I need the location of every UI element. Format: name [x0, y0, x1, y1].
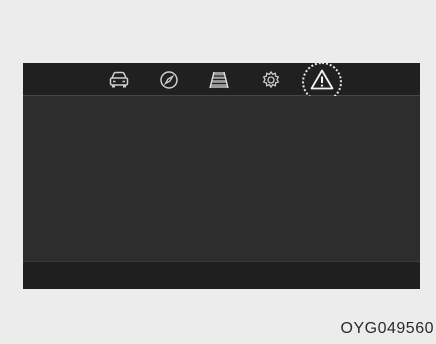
cluster-display: [23, 62, 420, 289]
compass-icon: [160, 71, 178, 89]
tab-driving-assist[interactable]: [206, 67, 232, 93]
figure-code: OYG049560: [340, 320, 434, 337]
tab-vehicle[interactable]: [106, 67, 132, 93]
tab-warnings[interactable]: [309, 67, 335, 93]
bottom-status-bar: [23, 261, 420, 289]
car-icon: [109, 71, 129, 88]
warning-triangle-icon: [310, 69, 334, 90]
lane-road-icon: [209, 71, 229, 89]
tab-settings[interactable]: [258, 67, 284, 93]
page: OYG049560: [0, 0, 436, 344]
gear-icon: [262, 70, 280, 89]
tab-navigation[interactable]: [156, 67, 182, 93]
tab-bar: [23, 62, 420, 102]
content-area: [23, 96, 420, 261]
